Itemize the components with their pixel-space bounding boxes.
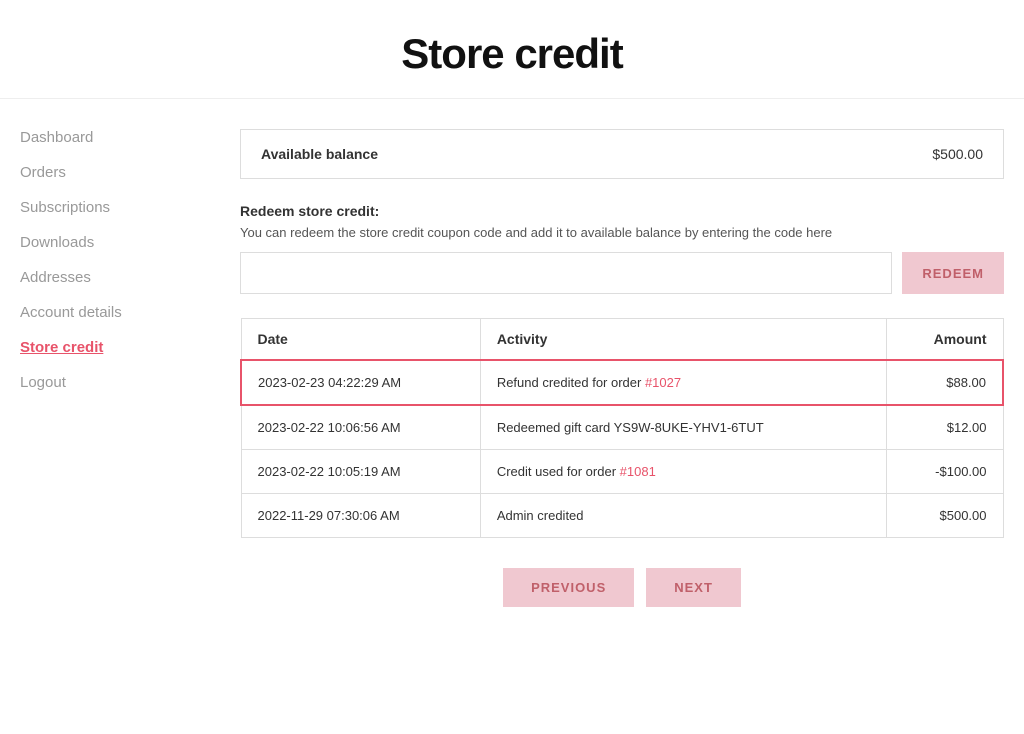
cell-amount: $12.00 [887,405,1003,450]
sidebar-item-dashboard[interactable]: Dashboard [20,129,200,146]
transactions-table: Date Activity Amount 2023-02-23 04:22:29… [240,318,1004,538]
page-title: Store credit [0,30,1024,78]
col-header-amount: Amount [887,319,1003,361]
sidebar-link-dashboard[interactable]: Dashboard [20,129,93,146]
sidebar-link-orders[interactable]: Orders [20,164,66,181]
order-link[interactable]: #1081 [620,464,656,479]
cell-date: 2023-02-23 04:22:29 AM [241,360,480,405]
order-link[interactable]: #1027 [645,375,681,390]
sidebar: Dashboard Orders Subscriptions Downloads… [20,129,220,704]
table-row: 2023-02-22 10:06:56 AMRedeemed gift card… [241,405,1003,450]
table-row: 2023-02-22 10:05:19 AMCredit used for or… [241,450,1003,494]
cell-amount: -$100.00 [887,450,1003,494]
sidebar-item-subscriptions[interactable]: Subscriptions [20,199,200,216]
cell-amount: $88.00 [887,360,1003,405]
page-title-area: Store credit [0,0,1024,99]
redeem-section: Redeem store credit: You can redeem the … [240,203,1004,294]
redeem-button[interactable]: REDEEM [902,252,1004,294]
sidebar-link-downloads[interactable]: Downloads [20,234,94,251]
pagination: PREVIOUS NEXT [240,568,1004,637]
table-header: Date Activity Amount [241,319,1003,361]
balance-box: Available balance $500.00 [240,129,1004,179]
cell-activity: Admin credited [480,494,886,538]
sidebar-item-store-credit[interactable]: Store credit [20,339,200,356]
table-row: 2023-02-23 04:22:29 AMRefund credited fo… [241,360,1003,405]
redeem-form: REDEEM [240,252,1004,294]
sidebar-link-account-details[interactable]: Account details [20,304,122,321]
cell-date: 2023-02-22 10:05:19 AM [241,450,480,494]
sidebar-item-addresses[interactable]: Addresses [20,269,200,286]
coupon-code-input[interactable] [240,252,892,294]
sidebar-link-subscriptions[interactable]: Subscriptions [20,199,110,216]
cell-activity: Redeemed gift card YS9W-8UKE-YHV1-6TUT [480,405,886,450]
redeem-title: Redeem store credit: [240,203,1004,219]
col-header-date: Date [241,319,480,361]
balance-label: Available balance [261,146,378,162]
cell-date: 2023-02-22 10:06:56 AM [241,405,480,450]
sidebar-link-store-credit[interactable]: Store credit [20,339,103,356]
table-row: 2022-11-29 07:30:06 AMAdmin credited$500… [241,494,1003,538]
table-body: 2023-02-23 04:22:29 AMRefund credited fo… [241,360,1003,538]
cell-activity: Refund credited for order #1027 [480,360,886,405]
sidebar-item-downloads[interactable]: Downloads [20,234,200,251]
sidebar-nav: Dashboard Orders Subscriptions Downloads… [20,129,200,391]
previous-button[interactable]: PREVIOUS [503,568,634,607]
cell-amount: $500.00 [887,494,1003,538]
next-button[interactable]: NEXT [646,568,741,607]
sidebar-item-logout[interactable]: Logout [20,374,200,391]
col-header-activity: Activity [480,319,886,361]
sidebar-item-account-details[interactable]: Account details [20,304,200,321]
sidebar-link-addresses[interactable]: Addresses [20,269,91,286]
sidebar-link-logout[interactable]: Logout [20,374,66,391]
cell-date: 2022-11-29 07:30:06 AM [241,494,480,538]
cell-activity: Credit used for order #1081 [480,450,886,494]
redeem-description: You can redeem the store credit coupon c… [240,225,1004,240]
sidebar-item-orders[interactable]: Orders [20,164,200,181]
balance-amount: $500.00 [932,146,983,162]
main-content: Available balance $500.00 Redeem store c… [220,129,1004,704]
